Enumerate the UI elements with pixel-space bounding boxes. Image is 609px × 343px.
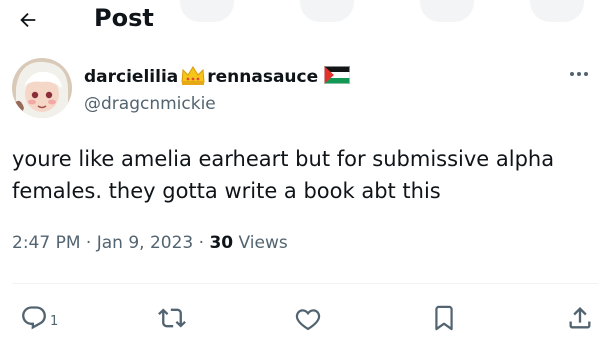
crown-icon bbox=[180, 64, 206, 91]
like-button[interactable] bbox=[294, 300, 322, 336]
back-button[interactable] bbox=[10, 2, 46, 38]
reply-icon bbox=[22, 306, 46, 330]
retweet-icon bbox=[158, 308, 186, 328]
separator: · bbox=[85, 233, 92, 253]
faded-overlay bbox=[300, 0, 354, 22]
faded-overlay bbox=[180, 0, 234, 22]
bookmark-button[interactable] bbox=[430, 300, 458, 336]
top-bar: Post bbox=[0, 0, 609, 42]
separator: · bbox=[198, 233, 205, 253]
post-meta: 2:47 PM · Jan 9, 2023 · 30 Views bbox=[12, 233, 288, 253]
share-button[interactable] bbox=[566, 300, 594, 336]
palestine-flag-icon bbox=[324, 65, 351, 89]
retweet-button[interactable] bbox=[158, 300, 186, 336]
post-time[interactable]: 2:47 PM bbox=[12, 233, 81, 253]
bookmark-icon bbox=[435, 305, 453, 331]
more-icon bbox=[577, 72, 581, 76]
display-name-part: rennasauce bbox=[207, 67, 319, 87]
reply-count: 1 bbox=[50, 313, 59, 329]
views-label: Views bbox=[238, 233, 288, 253]
divider bbox=[12, 283, 598, 284]
more-icon bbox=[570, 72, 574, 76]
display-name-part: darcielilia bbox=[84, 67, 179, 87]
faded-overlay bbox=[420, 0, 474, 22]
display-name[interactable]: darcielilia rennasauce bbox=[84, 64, 351, 91]
user-handle[interactable]: @dragcnmickie bbox=[84, 94, 216, 114]
post-date[interactable]: Jan 9, 2023 bbox=[97, 233, 194, 253]
arrow-left-icon bbox=[20, 12, 36, 28]
page-title: Post bbox=[94, 4, 154, 32]
like-icon bbox=[295, 309, 321, 331]
faded-overlay bbox=[530, 0, 584, 22]
views-count: 30 bbox=[209, 233, 234, 253]
more-icon bbox=[584, 72, 588, 76]
post-text: youre like amelia earheart but for submi… bbox=[12, 147, 555, 203]
avatar[interactable] bbox=[12, 58, 72, 118]
share-icon bbox=[569, 307, 591, 329]
reply-button[interactable]: 1 bbox=[20, 300, 58, 336]
more-options-button[interactable] bbox=[565, 64, 593, 84]
